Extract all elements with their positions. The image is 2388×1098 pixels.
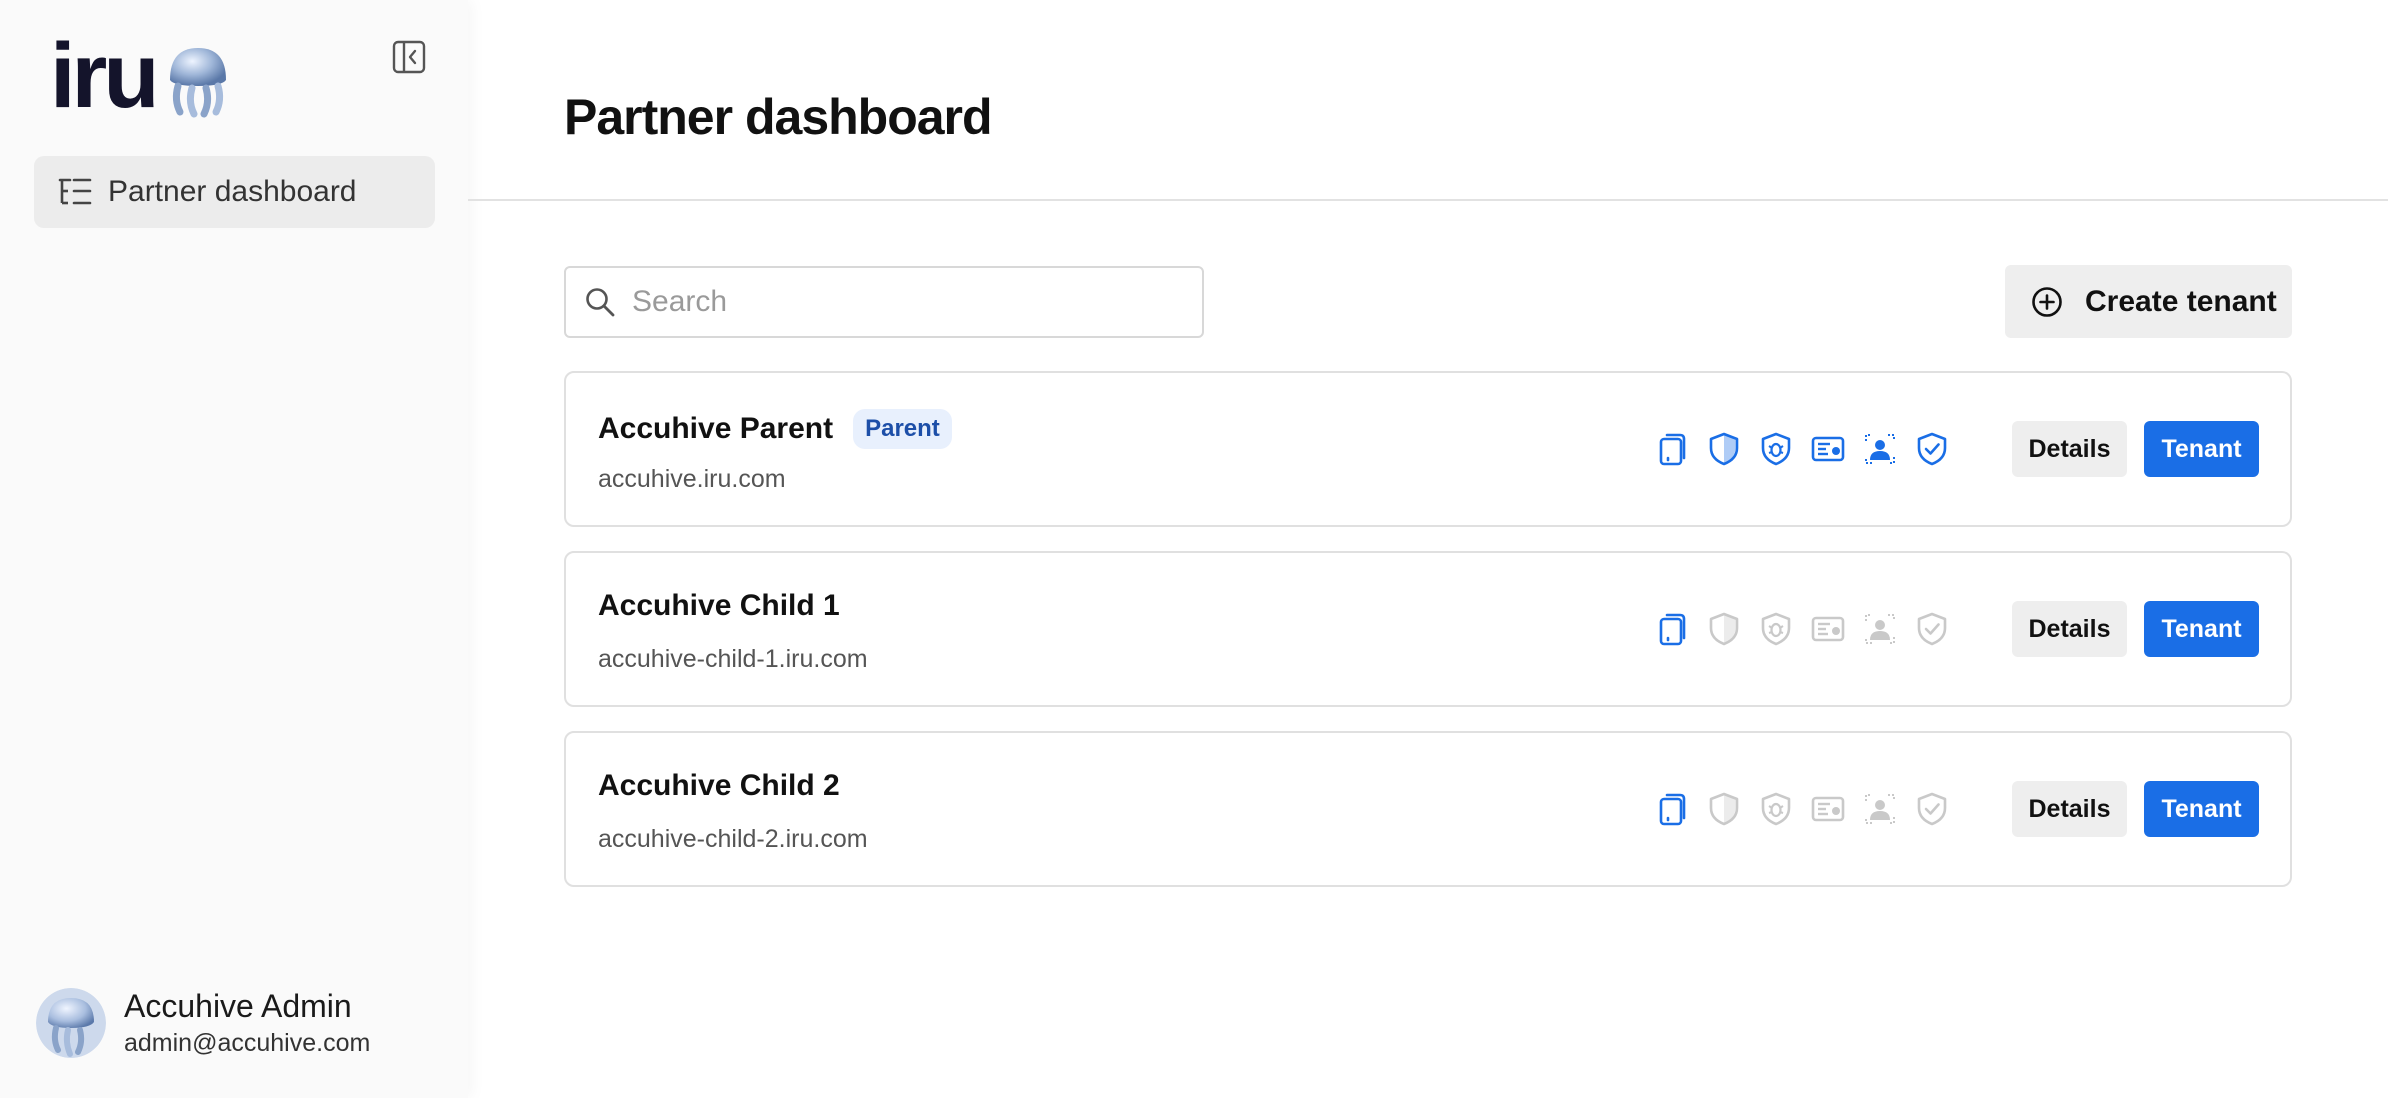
tenant-button[interactable]: Tenant — [2144, 601, 2259, 657]
feature-icons — [1654, 431, 1966, 467]
feature-icons — [1654, 611, 1966, 647]
create-tenant-label: Create tenant — [2085, 284, 2277, 318]
shield-icon — [1709, 612, 1739, 646]
parent-badge: Parent — [853, 409, 952, 449]
logo-text: iru — [50, 25, 160, 127]
tenant-name-row: Accuhive Parent Parent — [598, 409, 952, 449]
details-button[interactable]: Details — [2012, 781, 2127, 837]
sidebar-item-partner-dashboard[interactable]: Partner dashboard — [34, 156, 435, 228]
avatar-jellyfish-icon — [36, 988, 106, 1058]
tenant-domain: accuhive-child-1.iru.com — [598, 645, 868, 673]
id-card-icon — [1811, 616, 1845, 642]
shield-check-icon — [1917, 612, 1947, 646]
bug-shield-icon — [1761, 792, 1791, 826]
tenant-name-row: Accuhive Child 1 — [598, 589, 840, 623]
user-scan-icon — [1865, 794, 1895, 824]
search-input[interactable] — [632, 285, 1172, 319]
shield-icon — [1709, 432, 1739, 466]
sidebar-collapse-icon — [392, 40, 426, 74]
device-icon — [1659, 433, 1686, 466]
jellyfish-mascot-icon — [169, 48, 226, 118]
tenant-button[interactable]: Tenant — [2144, 421, 2259, 477]
collapse-sidebar-button[interactable] — [392, 40, 426, 74]
tenant-domain: accuhive.iru.com — [598, 465, 786, 493]
logo: iru — [50, 30, 234, 122]
tenant-button[interactable]: Tenant — [2144, 781, 2259, 837]
shield-icon — [1709, 792, 1739, 826]
user-profile[interactable]: Accuhive Admin admin@accuhive.com — [36, 988, 370, 1058]
search-field[interactable] — [564, 266, 1204, 338]
user-info: Accuhive Admin admin@accuhive.com — [124, 988, 370, 1058]
search-icon — [586, 288, 615, 317]
details-button[interactable]: Details — [2012, 601, 2127, 657]
device-icon — [1659, 613, 1686, 646]
id-card-icon — [1811, 436, 1845, 462]
device-icon — [1659, 793, 1686, 826]
sidebar: iru Partner dashboard Accuhive Admin adm… — [0, 0, 468, 1098]
id-card-icon — [1811, 796, 1845, 822]
user-scan-icon — [1865, 614, 1895, 644]
tenant-name-row: Accuhive Child 2 — [598, 769, 840, 803]
feature-icons — [1654, 791, 1966, 827]
user-scan-icon — [1865, 434, 1895, 464]
details-button[interactable]: Details — [2012, 421, 2127, 477]
avatar — [36, 988, 106, 1058]
shield-check-icon — [1917, 432, 1947, 466]
header-divider — [468, 199, 2388, 201]
list-tree-icon — [58, 178, 92, 205]
bug-shield-icon — [1761, 612, 1791, 646]
shield-check-icon — [1917, 792, 1947, 826]
create-tenant-button[interactable]: Create tenant — [2005, 265, 2292, 338]
tenant-card: Accuhive Child 1 accuhive-child-1.iru.co… — [564, 551, 2292, 707]
user-email: admin@accuhive.com — [124, 1028, 371, 1057]
bug-shield-icon — [1761, 432, 1791, 466]
tenant-card: Accuhive Child 2 accuhive-child-2.iru.co… — [564, 731, 2292, 887]
page-title: Partner dashboard — [564, 89, 993, 145]
tenant-name: Accuhive Child 1 — [598, 589, 840, 622]
user-name: Accuhive Admin — [124, 988, 352, 1025]
tenant-domain: accuhive-child-2.iru.com — [598, 825, 868, 853]
tenant-name: Accuhive Child 2 — [598, 769, 840, 802]
plus-circle-icon — [2032, 286, 2062, 317]
sidebar-item-label: Partner dashboard — [108, 175, 357, 208]
tenant-name: Accuhive Parent — [598, 412, 834, 445]
tenant-card: Accuhive Parent Parent accuhive.iru.com … — [564, 371, 2292, 527]
